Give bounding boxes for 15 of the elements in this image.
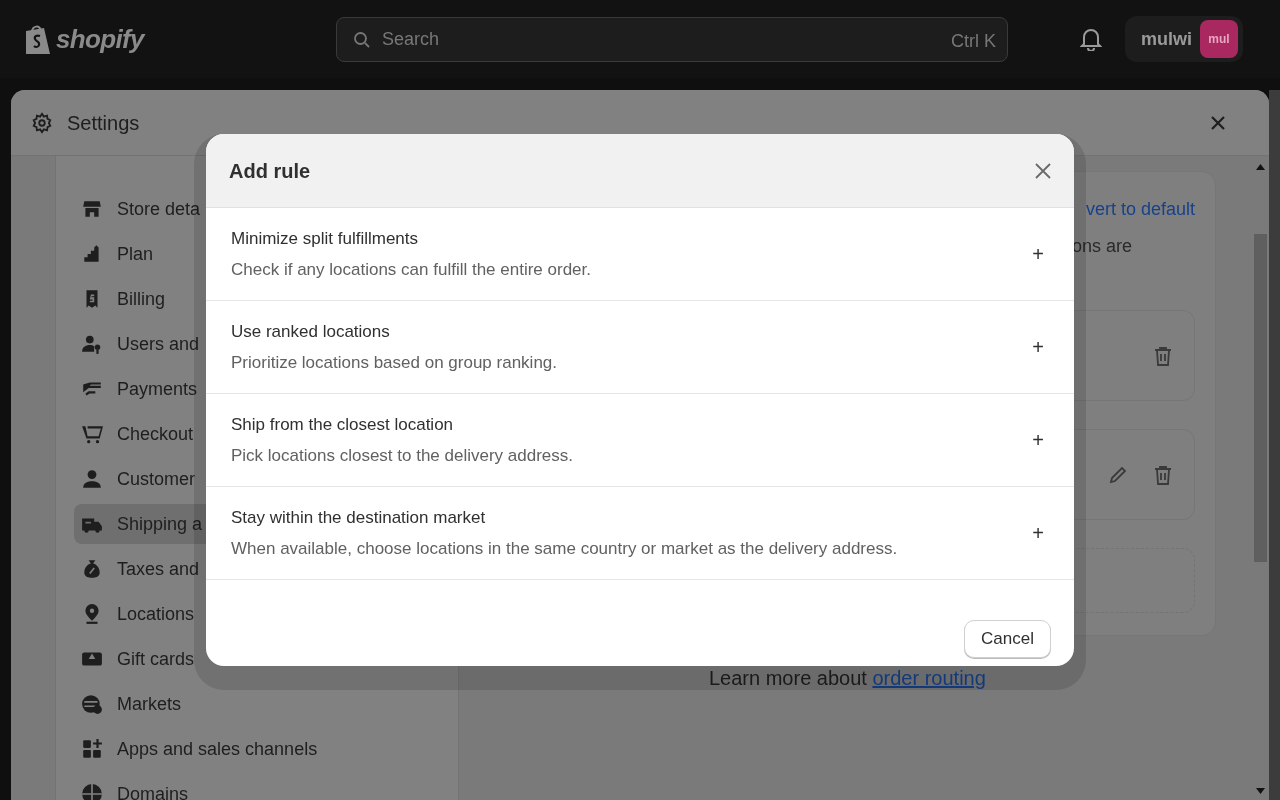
learn-more-text: Learn more about order routing (709, 666, 986, 691)
option-title: Stay within the destination market (231, 506, 487, 529)
option-title: Use ranked locations (231, 320, 391, 343)
option-description: Prioritize locations based on group ranking. (231, 352, 559, 374)
option-title: Minimize split fulfillments (231, 227, 420, 250)
shortcut-hint: Ctrl K (951, 29, 996, 53)
user-name: mulwi (1141, 27, 1192, 51)
option-description: Check if any locations can fulfill the entire order. (231, 259, 593, 281)
user-avatar: mul (1200, 20, 1238, 58)
logo-wordmark: shopify (56, 22, 144, 56)
option-description: When available, choose locations in the same country or market as the delivery address. (231, 538, 899, 560)
option-title: Ship from the closest location (231, 413, 455, 436)
settings-title: Settings (67, 110, 140, 136)
option-description: Pick locations closest to the delivery address. (231, 445, 575, 467)
dialog-title: Add rule (229, 158, 311, 184)
